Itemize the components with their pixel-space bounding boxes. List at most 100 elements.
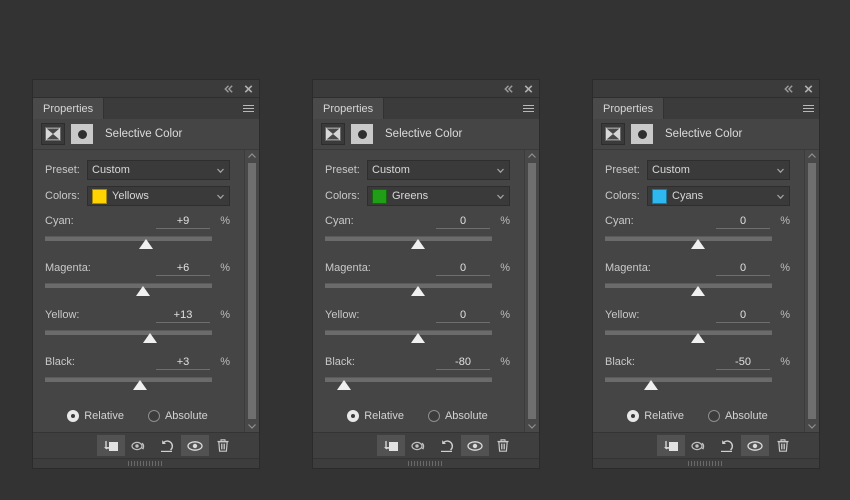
- slider-cyan-value[interactable]: +9: [156, 215, 210, 229]
- slider-black-thumb[interactable]: [133, 380, 148, 390]
- radio-relative[interactable]: Relative: [347, 410, 404, 422]
- scroll-up-arrow-icon[interactable]: [525, 150, 539, 162]
- radio-absolute[interactable]: Absolute: [427, 410, 488, 422]
- slider-cyan-track-area[interactable]: [605, 235, 790, 253]
- reset-button[interactable]: [433, 435, 461, 456]
- slider-yellow-track[interactable]: [45, 330, 212, 335]
- reset-button[interactable]: [153, 435, 181, 456]
- close-icon[interactable]: [243, 83, 254, 94]
- slider-yellow-track-area[interactable]: [325, 329, 510, 347]
- slider-yellow-thumb[interactable]: [142, 333, 157, 343]
- slider-yellow-value[interactable]: +13: [156, 309, 210, 323]
- collapse-double-chevron-icon[interactable]: [503, 83, 514, 94]
- slider-magenta-track-area[interactable]: [325, 282, 510, 300]
- slider-magenta-track-area[interactable]: [605, 282, 790, 300]
- close-icon[interactable]: [803, 83, 814, 94]
- colors-select[interactable]: Greens: [367, 186, 510, 206]
- vertical-scrollbar[interactable]: [244, 150, 259, 432]
- scroll-up-arrow-icon[interactable]: [245, 150, 259, 162]
- preset-select[interactable]: Custom: [367, 160, 510, 180]
- slider-magenta-track[interactable]: [605, 283, 772, 288]
- slider-cyan-value[interactable]: 0: [436, 215, 490, 229]
- scroll-down-arrow-icon[interactable]: [805, 420, 819, 432]
- slider-yellow-value[interactable]: 0: [436, 309, 490, 323]
- colors-select[interactable]: Cyans: [647, 186, 790, 206]
- slider-magenta-thumb[interactable]: [690, 286, 705, 296]
- slider-magenta-thumb[interactable]: [410, 286, 425, 296]
- view-previous-state-button[interactable]: [685, 435, 713, 456]
- selective-color-adjustment-icon[interactable]: [601, 123, 625, 145]
- colors-select[interactable]: Yellows: [87, 186, 230, 206]
- slider-cyan-thumb[interactable]: [690, 239, 705, 249]
- slider-magenta-track[interactable]: [45, 283, 212, 288]
- slider-magenta-value[interactable]: +6: [156, 262, 210, 276]
- slider-black-track-area[interactable]: [325, 376, 510, 394]
- delete-button[interactable]: [769, 435, 797, 456]
- panel-resize-grip[interactable]: [33, 458, 259, 468]
- selective-color-adjustment-icon[interactable]: [321, 123, 345, 145]
- radio-relative[interactable]: Relative: [67, 410, 124, 422]
- delete-button[interactable]: [209, 435, 237, 456]
- slider-yellow-value[interactable]: 0: [716, 309, 770, 323]
- slider-magenta-track[interactable]: [325, 283, 492, 288]
- layer-mask-icon[interactable]: [71, 124, 93, 144]
- radio-absolute[interactable]: Absolute: [707, 410, 768, 422]
- panel-menu-icon[interactable]: [237, 98, 259, 119]
- tab-properties[interactable]: Properties: [33, 98, 105, 119]
- panel-menu-icon[interactable]: [517, 98, 539, 119]
- slider-black-value[interactable]: -80: [436, 356, 490, 370]
- slider-magenta-track-area[interactable]: [45, 282, 230, 300]
- reset-button[interactable]: [713, 435, 741, 456]
- slider-yellow-track[interactable]: [325, 330, 492, 335]
- slider-cyan-track[interactable]: [45, 236, 212, 241]
- slider-yellow-thumb[interactable]: [410, 333, 425, 343]
- clip-to-layer-button[interactable]: [377, 435, 405, 456]
- slider-black-track[interactable]: [45, 377, 212, 382]
- scroll-down-arrow-icon[interactable]: [525, 420, 539, 432]
- view-previous-state-button[interactable]: [405, 435, 433, 456]
- close-icon[interactable]: [523, 83, 534, 94]
- slider-magenta-value[interactable]: 0: [716, 262, 770, 276]
- slider-yellow-track-area[interactable]: [45, 329, 230, 347]
- slider-cyan-track[interactable]: [605, 236, 772, 241]
- slider-black-track[interactable]: [605, 377, 772, 382]
- panel-resize-grip[interactable]: [593, 458, 819, 468]
- vertical-scrollbar[interactable]: [804, 150, 819, 432]
- slider-cyan-thumb[interactable]: [410, 239, 425, 249]
- tab-properties[interactable]: Properties: [593, 98, 665, 119]
- slider-magenta-value[interactable]: 0: [436, 262, 490, 276]
- slider-cyan-track-area[interactable]: [325, 235, 510, 253]
- slider-black-track-area[interactable]: [605, 376, 790, 394]
- view-previous-state-button[interactable]: [125, 435, 153, 456]
- scrollbar-thumb[interactable]: [808, 163, 816, 419]
- slider-yellow-track[interactable]: [605, 330, 772, 335]
- vertical-scrollbar[interactable]: [524, 150, 539, 432]
- collapse-double-chevron-icon[interactable]: [223, 83, 234, 94]
- slider-cyan-value[interactable]: 0: [716, 215, 770, 229]
- clip-to-layer-button[interactable]: [97, 435, 125, 456]
- panel-menu-icon[interactable]: [797, 98, 819, 119]
- selective-color-adjustment-icon[interactable]: [41, 123, 65, 145]
- layer-mask-icon[interactable]: [351, 124, 373, 144]
- delete-button[interactable]: [489, 435, 517, 456]
- slider-black-thumb[interactable]: [336, 380, 351, 390]
- tab-properties[interactable]: Properties: [313, 98, 385, 119]
- radio-absolute[interactable]: Absolute: [147, 410, 208, 422]
- layer-mask-icon[interactable]: [631, 124, 653, 144]
- toggle-visibility-button[interactable]: [741, 435, 769, 456]
- slider-cyan-track[interactable]: [325, 236, 492, 241]
- slider-black-track-area[interactable]: [45, 376, 230, 394]
- scroll-up-arrow-icon[interactable]: [805, 150, 819, 162]
- radio-relative[interactable]: Relative: [627, 410, 684, 422]
- slider-black-value[interactable]: -50: [716, 356, 770, 370]
- scrollbar-thumb[interactable]: [248, 163, 256, 419]
- collapse-double-chevron-icon[interactable]: [783, 83, 794, 94]
- toggle-visibility-button[interactable]: [181, 435, 209, 456]
- panel-resize-grip[interactable]: [313, 458, 539, 468]
- slider-yellow-thumb[interactable]: [690, 333, 705, 343]
- clip-to-layer-button[interactable]: [657, 435, 685, 456]
- toggle-visibility-button[interactable]: [461, 435, 489, 456]
- preset-select[interactable]: Custom: [87, 160, 230, 180]
- slider-yellow-track-area[interactable]: [605, 329, 790, 347]
- preset-select[interactable]: Custom: [647, 160, 790, 180]
